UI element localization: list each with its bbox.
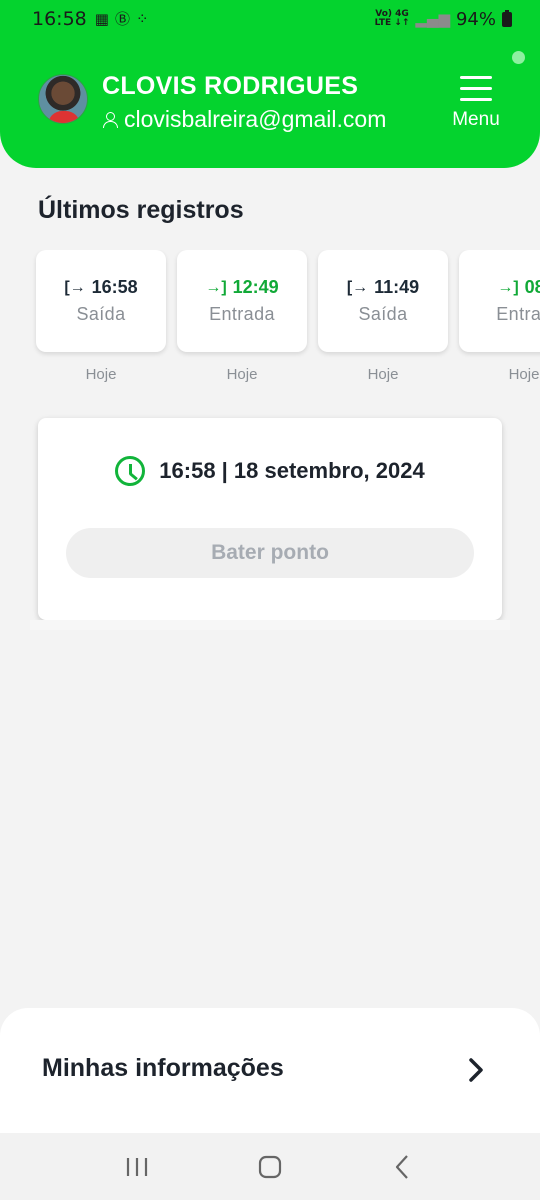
my-info-label: Minhas informações: [42, 1054, 284, 1082]
my-info-panel[interactable]: Minhas informações: [0, 1008, 540, 1133]
user-email: clovisbalreira@gmail.com: [124, 106, 387, 132]
apps-grid-icon: ⁘: [135, 9, 149, 28]
record-item[interactable]: →] 12:49 Entrada Hoje: [177, 250, 307, 383]
user-name: CLOVIS RODRIGUES: [102, 72, 359, 100]
record-day: Hoje: [508, 366, 540, 383]
user-icon: [102, 111, 118, 129]
whatsapp-business-icon: Ⓑ: [114, 9, 130, 28]
record-type: Saída: [76, 304, 126, 324]
status-bar: 16:58 ▦ Ⓑ ⁘ Vo) 4G LTE ↓↑ ▂▄▆ 94%: [0, 0, 540, 38]
status-time: 16:58: [32, 8, 87, 30]
record-time-value: 16:58: [91, 277, 138, 297]
network-direction-label: LTE ↓↑: [374, 18, 410, 28]
record-card[interactable]: →] 12:49 Entrada: [177, 250, 307, 352]
battery-icon: [502, 9, 512, 27]
clock-in-card: 16:58 | 18 setembro, 2024 Bater ponto: [38, 418, 502, 620]
current-datetime-row: 16:58 | 18 setembro, 2024: [38, 456, 502, 486]
profile-header: CLOVIS RODRIGUES clovisbalreira@gmail.co…: [0, 38, 540, 168]
punch-clock-button[interactable]: Bater ponto: [66, 528, 474, 578]
record-time: →] 08:: [497, 277, 540, 298]
record-card[interactable]: [→ 16:58 Saída: [36, 250, 166, 352]
online-status-dot: [512, 51, 525, 64]
logout-icon: [→: [346, 278, 369, 296]
status-notification-icons: ▦ Ⓑ ⁘: [94, 9, 149, 28]
record-day: Hoje: [226, 366, 258, 383]
back-button[interactable]: [383, 1147, 423, 1187]
record-time: →] 12:49: [205, 277, 278, 298]
records-title: Últimos registros: [38, 196, 244, 224]
record-type: Entrad: [496, 304, 540, 324]
record-time: [→ 11:49: [347, 277, 419, 298]
home-icon: [258, 1155, 282, 1178]
avatar[interactable]: [38, 74, 88, 124]
chevron-right-icon[interactable]: [462, 1056, 490, 1084]
record-card[interactable]: →] 08: Entrad: [459, 250, 540, 352]
record-time-value: 08:: [524, 277, 540, 297]
clock-icon: [115, 456, 146, 486]
recent-apps-button[interactable]: [117, 1147, 157, 1187]
status-system-icons: Vo) 4G LTE ↓↑ ▂▄▆ 94%: [375, 9, 512, 30]
record-day: Hoje: [85, 366, 117, 383]
signal-icon: ▂▄▆: [415, 9, 450, 28]
card-shadow-divider: [30, 620, 510, 630]
battery-percent: 94%: [455, 8, 496, 30]
record-item[interactable]: →] 08: Entrad Hoje: [459, 250, 540, 383]
record-card[interactable]: [→ 11:49 Saída: [318, 250, 448, 352]
user-email-row: clovisbalreira@gmail.com: [102, 106, 386, 133]
login-icon: →]: [205, 278, 227, 296]
hamburger-icon: [460, 74, 492, 101]
recent-apps-icon: [126, 1157, 147, 1176]
record-day: Hoje: [367, 366, 399, 383]
current-datetime: 16:58 | 18 setembro, 2024: [159, 458, 425, 483]
menu-button[interactable]: Menu: [442, 74, 510, 138]
record-time: [→ 16:58: [64, 277, 137, 298]
calendar-icon: ▦: [94, 9, 109, 28]
record-time-value: 11:49: [374, 277, 420, 297]
logout-icon: [→: [64, 278, 86, 296]
system-nav-bar: [0, 1133, 540, 1200]
volte-icon: Vo) 4G LTE ↓↑: [375, 10, 410, 28]
record-type: Entrada: [209, 304, 275, 324]
back-icon: [396, 1154, 409, 1179]
record-item[interactable]: [→ 11:49 Saída Hoje: [318, 250, 448, 383]
record-time-value: 12:49: [232, 277, 279, 297]
menu-label: Menu: [452, 109, 500, 130]
record-item[interactable]: [→ 16:58 Saída Hoje: [36, 250, 166, 383]
login-icon: →]: [497, 278, 519, 296]
records-carousel[interactable]: [→ 16:58 Saída Hoje →] 12:49 Entrada Hoj…: [0, 250, 540, 390]
home-button[interactable]: [250, 1147, 290, 1187]
record-type: Saída: [358, 304, 408, 324]
